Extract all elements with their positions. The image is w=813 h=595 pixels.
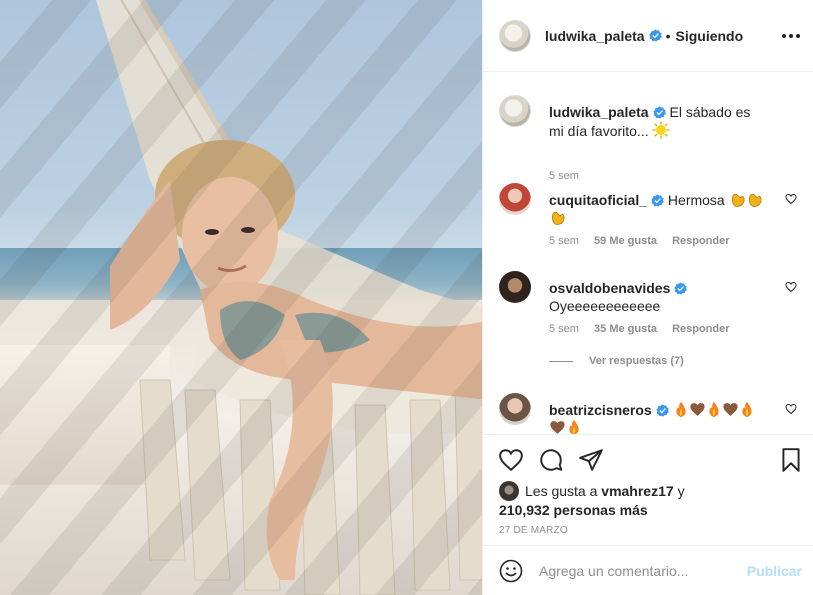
owner-username[interactable]: ludwika_paleta bbox=[545, 28, 645, 44]
comment-likes[interactable]: 59 Me gusta bbox=[594, 235, 657, 247]
comment-icon[interactable] bbox=[538, 447, 564, 473]
save-icon[interactable] bbox=[778, 447, 804, 473]
fire-emoji-icon bbox=[741, 401, 752, 418]
caption-username[interactable]: ludwika_paleta bbox=[549, 104, 649, 120]
view-replies-button[interactable]: Ver respuestas (7) bbox=[549, 355, 684, 367]
owner-avatar[interactable] bbox=[499, 19, 531, 52]
view-replies-label: Ver respuestas (7) bbox=[589, 355, 684, 367]
comment-text: osvaldobenavides Oyeeeeeeeeeeee bbox=[549, 279, 769, 315]
post-side-panel: ludwika_paleta • Siguiendo ludwika_palet… bbox=[482, 0, 813, 595]
liker-avatar[interactable] bbox=[499, 481, 519, 501]
photo-shadow-overlay bbox=[0, 0, 482, 595]
comment-time[interactable]: 5 sem bbox=[549, 323, 579, 335]
comment-like-heart-icon[interactable] bbox=[785, 403, 797, 415]
brown-heart-emoji-icon bbox=[723, 403, 738, 416]
comment-time[interactable]: 5 sem bbox=[549, 235, 579, 247]
likes-connector: y bbox=[677, 483, 685, 499]
clapping-hands-emoji-icon bbox=[731, 193, 745, 207]
clapping-hands-emoji-icon bbox=[748, 193, 762, 207]
comment-body: Oyeeeeeeeeeeee bbox=[549, 298, 661, 314]
liker-username[interactable]: vmahrez17 bbox=[601, 483, 673, 499]
replies-line bbox=[549, 360, 573, 362]
verified-badge-icon bbox=[651, 194, 665, 207]
caption-text: ludwika_paleta El sábado es mi día favor… bbox=[549, 103, 769, 140]
fire-emoji-icon bbox=[569, 419, 579, 434]
verified-badge-icon bbox=[652, 106, 666, 119]
fire-emoji-icon bbox=[708, 401, 719, 418]
verified-badge-icon bbox=[648, 29, 662, 42]
comment-meta: 5 sem 35 Me gusta Responder bbox=[549, 323, 742, 335]
share-icon[interactable] bbox=[578, 447, 604, 473]
add-comment-bar: Publicar bbox=[483, 545, 813, 595]
comment-like-heart-icon[interactable] bbox=[785, 193, 797, 205]
likes-summary: Les gusta a vmahrez17 y 210,932 personas… bbox=[499, 481, 799, 519]
brown-heart-emoji-icon bbox=[690, 403, 705, 416]
verified-badge-icon bbox=[674, 282, 688, 295]
header-separator: • bbox=[665, 27, 671, 44]
comment-body: Hermosa bbox=[667, 192, 725, 208]
reply-button[interactable]: Responder bbox=[672, 235, 729, 247]
commenter-username[interactable]: beatrizcisneros bbox=[549, 402, 652, 418]
sun-emoji-icon bbox=[652, 121, 671, 139]
commenter-avatar[interactable] bbox=[499, 393, 531, 425]
likes-prefix: Les gusta a bbox=[525, 483, 598, 499]
post-photo[interactable] bbox=[0, 0, 482, 595]
verified-badge-icon bbox=[656, 404, 669, 417]
caption-meta: 5 sem bbox=[549, 170, 591, 182]
clapping-hands-emoji-icon bbox=[551, 211, 565, 225]
following-button[interactable]: Siguiendo bbox=[676, 28, 744, 44]
commenter-avatar[interactable] bbox=[499, 183, 531, 215]
comment-row: cuquitaoficial_ Hermosa 5 sem 59 Me gust… bbox=[499, 183, 799, 253]
brown-heart-emoji-icon bbox=[550, 421, 565, 434]
emoji-icon[interactable] bbox=[499, 559, 523, 583]
comment-row: osvaldobenavides Oyeeeeeeeeeeee 5 sem 35… bbox=[499, 271, 799, 341]
fire-emoji-icon bbox=[675, 401, 686, 418]
publish-button[interactable]: Publicar bbox=[747, 563, 802, 579]
caption-time[interactable]: 5 sem bbox=[549, 170, 579, 182]
likes-count[interactable]: 210,932 personas más bbox=[499, 502, 648, 518]
post-header: ludwika_paleta • Siguiendo bbox=[483, 0, 813, 72]
commenter-username[interactable]: cuquitaoficial_ bbox=[549, 192, 647, 208]
comment-input[interactable] bbox=[539, 562, 739, 579]
post-date[interactable]: 27 DE MARZO bbox=[499, 525, 568, 536]
commenter-username[interactable]: osvaldobenavides bbox=[549, 280, 670, 296]
commenter-avatar[interactable] bbox=[499, 271, 531, 303]
comment-text: beatrizcisneros bbox=[549, 401, 769, 434]
comment-likes[interactable]: 35 Me gusta bbox=[594, 323, 657, 335]
caption-row: ludwika_paleta El sábado es mi día favor… bbox=[499, 95, 799, 182]
comment-meta: 5 sem 59 Me gusta Responder bbox=[549, 235, 742, 247]
comment-like-heart-icon[interactable] bbox=[785, 281, 797, 293]
heart-icon[interactable] bbox=[498, 447, 524, 473]
comment-row: beatrizcisneros bbox=[499, 393, 799, 434]
caption-avatar[interactable] bbox=[499, 95, 531, 127]
reply-button[interactable]: Responder bbox=[672, 323, 729, 335]
post-actions: Les gusta a vmahrez17 y 210,932 personas… bbox=[483, 434, 813, 544]
comments-list[interactable]: ludwika_paleta El sábado es mi día favor… bbox=[483, 72, 813, 434]
more-options-icon[interactable] bbox=[780, 25, 802, 47]
comment-text: cuquitaoficial_ Hermosa bbox=[549, 191, 769, 227]
